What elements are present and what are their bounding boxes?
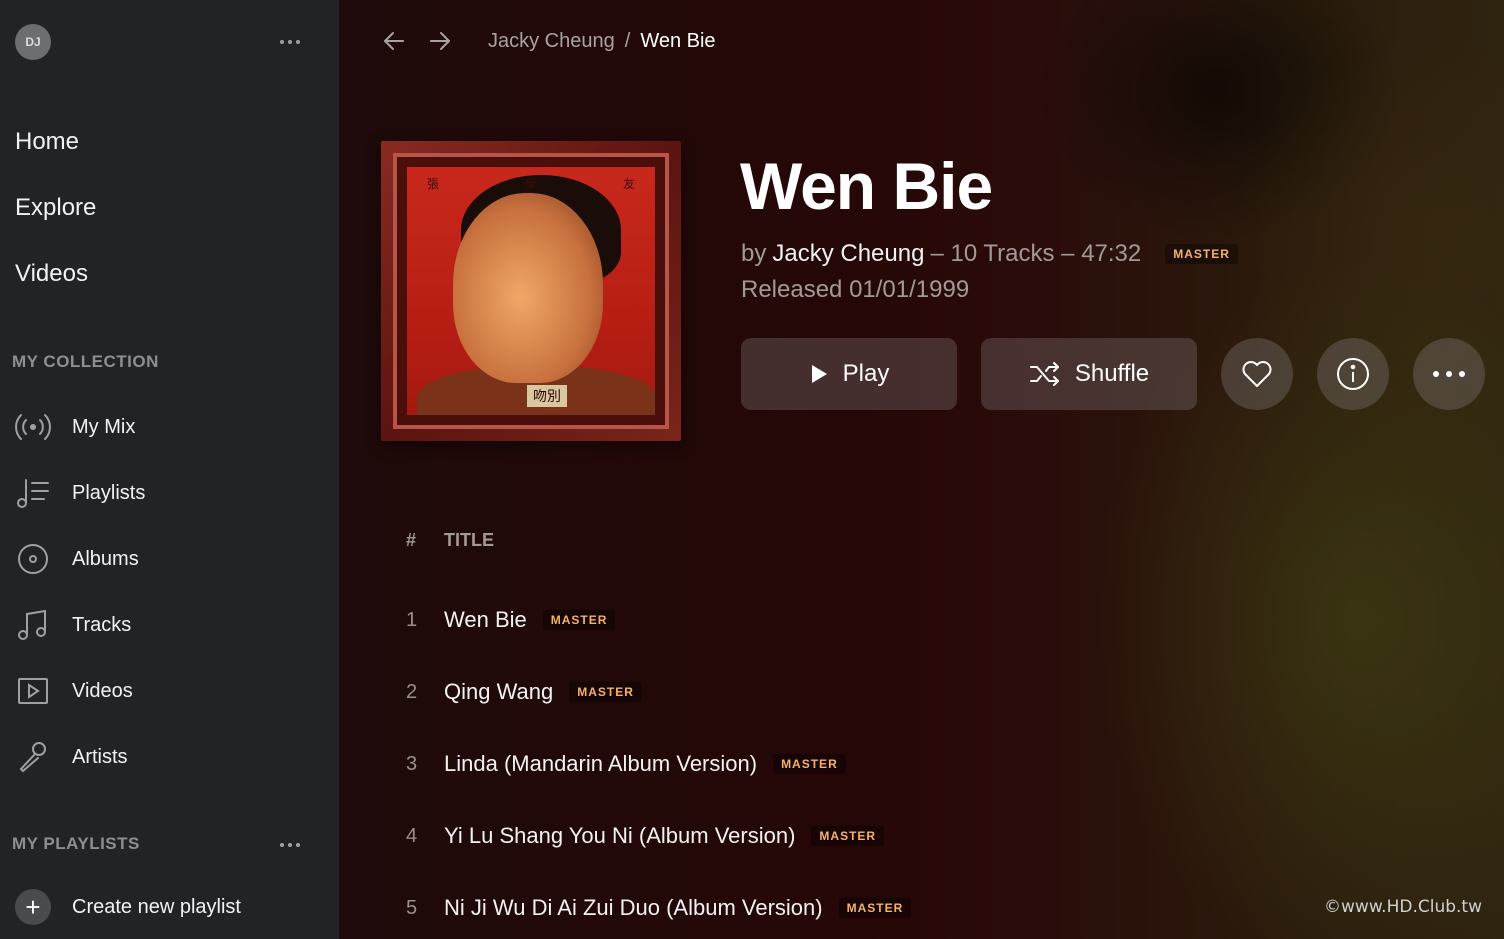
back-arrow-icon[interactable] [381, 28, 407, 54]
track-row[interactable]: 3 Linda (Mandarin Album Version) MASTER [406, 728, 911, 800]
track-row[interactable]: 4 Yi Lu Shang You Ni (Album Version) MAS… [406, 800, 911, 872]
playlist-icon [14, 474, 52, 512]
column-number: # [406, 530, 417, 550]
nav-videos[interactable]: Videos [15, 254, 96, 320]
video-icon [14, 672, 52, 710]
play-button[interactable]: Play [741, 338, 957, 410]
album-actions: Play Shuffle [741, 338, 1485, 410]
collection-label: Artists [72, 745, 128, 768]
album-icon [14, 540, 52, 578]
microphone-icon [14, 738, 52, 776]
heart-icon [1242, 361, 1272, 387]
history-nav [381, 28, 453, 54]
track-title: Yi Lu Shang You Ni (Album Version) [444, 823, 796, 848]
favorite-button[interactable] [1221, 338, 1293, 410]
shuffle-icon [1029, 362, 1059, 386]
album-title: Wen Bie [740, 149, 993, 223]
avatar[interactable]: DJ [15, 24, 51, 60]
playlists-more-icon[interactable] [275, 835, 305, 855]
track-title: Linda (Mandarin Album Version) [444, 751, 758, 776]
album-stats: – 10 Tracks – 47:32 [930, 240, 1142, 267]
by-label: by [741, 240, 767, 267]
tracklist: 1 Wen Bie MASTER 2 Qing Wang MASTER 3 Li… [406, 584, 912, 939]
track-quality-badge: MASTER [773, 754, 846, 774]
album-page: Jacky Cheung / Wen Bie 張 學 友 吻別 Wen Bie … [339, 0, 1504, 939]
tracklist-header: # TITLE [406, 530, 494, 551]
track-quality-badge: MASTER [542, 610, 616, 630]
track-quality-badge: MASTER [811, 826, 885, 846]
watermark: ©www.HD.Club.tw [1324, 897, 1482, 917]
collection-label: Videos [72, 679, 133, 702]
more-options-button[interactable] [1413, 338, 1485, 410]
collection-label: Albums [72, 547, 139, 570]
collection-item-my-mix[interactable]: My Mix [14, 394, 145, 460]
track-row[interactable]: 1 Wen Bie MASTER [406, 584, 911, 656]
shuffle-button[interactable]: Shuffle [981, 338, 1197, 410]
collection-item-tracks[interactable]: Tracks [14, 592, 145, 658]
track-number: 2 [406, 680, 418, 703]
track-number: 1 [406, 608, 418, 631]
play-icon [811, 365, 827, 383]
forward-arrow-icon[interactable] [427, 28, 453, 54]
artist-link[interactable]: Jacky Cheung [772, 240, 924, 268]
album-meta: by Jacky Cheung – 10 Tracks – 47:32 MAST… [741, 240, 1238, 268]
track-number: 3 [406, 752, 418, 775]
sidebar: DJ Home Explore Videos MY COLLECTION My … [0, 0, 339, 939]
collection-list: My Mix Playlists Albums Tracks Videos Ar… [14, 394, 145, 790]
my-collection-title: MY COLLECTION [12, 352, 159, 371]
track-quality-badge: MASTER [838, 898, 912, 918]
shuffle-label: Shuffle [1074, 360, 1150, 387]
create-playlist-button[interactable]: + Create new playlist [15, 889, 241, 925]
info-icon [1337, 358, 1369, 390]
track-title: Qing Wang [444, 679, 554, 704]
track-number: 5 [406, 896, 418, 919]
album-cover: 張 學 友 吻別 [381, 141, 681, 441]
plus-icon: + [15, 889, 51, 925]
play-label: Play [842, 360, 890, 387]
track-row[interactable]: 2 Qing Wang MASTER [406, 656, 911, 728]
release-date: Released 01/01/1999 [741, 276, 970, 303]
main-nav: Home Explore Videos [15, 122, 96, 320]
breadcrumb: Jacky Cheung / Wen Bie [488, 30, 716, 53]
info-button[interactable] [1317, 338, 1389, 410]
breadcrumb-separator: / [624, 30, 631, 52]
collection-item-artists[interactable]: Artists [14, 724, 145, 790]
collection-label: Tracks [72, 613, 132, 636]
radio-icon [14, 408, 52, 446]
column-title[interactable]: TITLE [444, 530, 494, 551]
track-title: Wen Bie [444, 607, 527, 632]
track-title: Ni Ji Wu Di Ai Zui Duo (Album Version) [444, 895, 823, 920]
music-note-icon [14, 606, 52, 644]
collection-label: Playlists [72, 481, 146, 504]
collection-item-videos[interactable]: Videos [14, 658, 145, 724]
cover-title-text: 吻別 [527, 385, 567, 407]
create-playlist-label: Create new playlist [72, 895, 241, 918]
nav-explore[interactable]: Explore [15, 188, 96, 254]
breadcrumb-artist[interactable]: Jacky Cheung [488, 30, 615, 53]
track-quality-badge: MASTER [569, 682, 642, 702]
collection-label: My Mix [72, 415, 136, 438]
nav-home[interactable]: Home [15, 122, 96, 188]
sidebar-more-icon[interactable] [275, 32, 305, 52]
my-playlists-title: MY PLAYLISTS [12, 834, 140, 853]
track-number: 4 [406, 824, 418, 847]
cover-artist-text: 張 學 友 [427, 177, 635, 191]
quality-badge: MASTER [1165, 244, 1238, 264]
collection-item-albums[interactable]: Albums [14, 526, 145, 592]
more-icon [1429, 364, 1469, 384]
collection-item-playlists[interactable]: Playlists [14, 460, 145, 526]
breadcrumb-current: Wen Bie [640, 30, 716, 52]
track-row[interactable]: 5 Ni Ji Wu Di Ai Zui Duo (Album Version)… [406, 872, 912, 939]
